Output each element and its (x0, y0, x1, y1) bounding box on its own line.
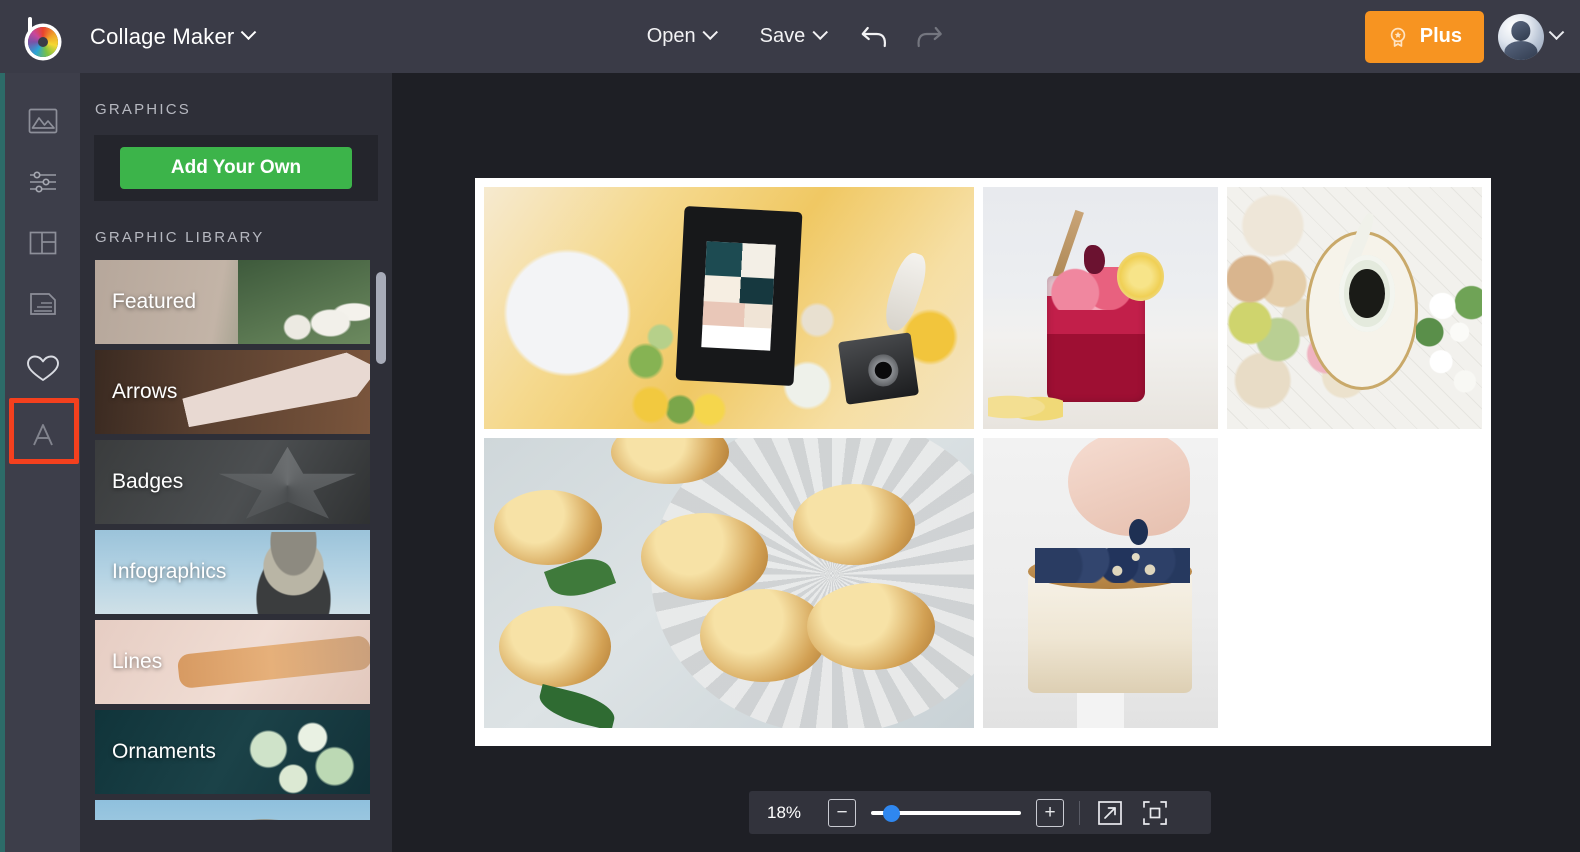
app-title-dropdown[interactable]: Collage Maker (90, 24, 254, 50)
sidebar-item-graphics[interactable] (5, 339, 80, 399)
list-item[interactable]: Featured (95, 260, 370, 344)
zoom-in-button[interactable]: + (1036, 799, 1064, 827)
redo-button[interactable] (901, 14, 955, 60)
panel-section-title: GRAPHICS (80, 73, 392, 118)
chevron-down-icon (1549, 24, 1565, 40)
leaf-object (536, 684, 619, 728)
list-item[interactable]: Ribbons (95, 800, 370, 820)
berry-object (1084, 245, 1105, 274)
coffee-cup-object (1339, 255, 1395, 332)
save-menu-button[interactable]: Save (738, 25, 848, 48)
list-item-label: Infographics (95, 560, 226, 584)
zoom-level-label: 18% (767, 803, 813, 823)
account-menu[interactable] (1498, 14, 1562, 60)
sidebar-item-image-manager[interactable] (5, 91, 80, 151)
sidebar-item-text[interactable] (5, 405, 80, 465)
lemon-slices-object (988, 390, 1063, 424)
collage-cell-3[interactable] (1227, 187, 1482, 429)
add-your-own-container: Add Your Own (94, 135, 378, 201)
collage-maker-app: Collage Maker Open Save (0, 0, 1580, 852)
fit-to-screen-icon (1142, 800, 1168, 826)
collage-cell-4[interactable] (484, 438, 974, 728)
top-bar: Collage Maker Open Save (0, 0, 1580, 73)
sidebar-item-edit-adjust[interactable] (5, 152, 80, 212)
award-badge-icon (1387, 26, 1409, 48)
flowers-object (1416, 260, 1482, 424)
chevron-down-icon (241, 24, 257, 40)
list-item-label: Arrows (95, 380, 177, 404)
cake-stand-object (1077, 687, 1124, 728)
list-item-label: Lines (95, 650, 162, 674)
zoom-slider[interactable] (871, 802, 1021, 824)
panel-scrollbar[interactable] (376, 260, 386, 820)
redo-arrow-icon (913, 24, 943, 50)
list-item[interactable]: Ornaments (95, 710, 370, 794)
undo-button[interactable] (847, 14, 901, 60)
canvas-workspace[interactable]: 18% − + (392, 73, 1580, 852)
sidebar-item-textures[interactable] (5, 274, 80, 334)
open-label: Open (647, 25, 696, 48)
list-item[interactable]: Lines (95, 620, 370, 704)
save-label: Save (760, 25, 806, 48)
juicer-object (879, 250, 932, 335)
top-bar-right: Plus (1365, 11, 1562, 63)
texture-page-icon (26, 287, 60, 321)
collage-cell-1[interactable] (484, 187, 974, 429)
undo-arrow-icon (859, 24, 889, 50)
hand-object (1068, 438, 1190, 537)
graphics-panel: GRAPHICS Add Your Own GRAPHIC LIBRARY Fe… (80, 73, 392, 852)
avatar (1498, 14, 1544, 60)
expand-button[interactable] (1095, 798, 1125, 828)
layout-grid-icon (26, 226, 60, 260)
collage-cell-5[interactable] (983, 438, 1218, 728)
list-item-label: Featured (95, 290, 196, 314)
sliders-icon (26, 165, 60, 199)
zoom-out-button[interactable]: − (828, 799, 856, 827)
plus-upgrade-button[interactable]: Plus (1365, 11, 1484, 63)
list-item-label: Ornaments (95, 740, 216, 764)
list-item[interactable]: Badges (95, 440, 370, 524)
camera-object (838, 332, 920, 404)
list-item-label: Badges (95, 470, 183, 494)
fit-to-screen-button[interactable] (1140, 798, 1170, 828)
expand-arrow-icon (1097, 800, 1123, 826)
tool-rail (5, 73, 80, 852)
open-menu-button[interactable]: Open (625, 25, 738, 48)
plus-label: Plus (1420, 25, 1462, 48)
zoom-toolbar: 18% − + (749, 791, 1211, 834)
list-item[interactable]: Infographics (95, 530, 370, 614)
app-title-label: Collage Maker (90, 24, 234, 50)
chevron-down-icon (812, 24, 828, 40)
befunky-logo-icon[interactable] (20, 14, 66, 60)
toolbar-divider (1079, 801, 1080, 825)
tablet-object (676, 206, 803, 386)
collage-canvas[interactable] (475, 178, 1491, 746)
scrollbar-thumb[interactable] (376, 272, 386, 364)
graphic-library-list[interactable]: Featured Arrows Badges Infographics Line… (80, 260, 392, 820)
collage-cell-2[interactable] (983, 187, 1218, 429)
add-your-own-button[interactable]: Add Your Own (120, 147, 352, 189)
sidebar-item-collage-layouts[interactable] (5, 213, 80, 273)
chevron-down-icon (702, 24, 718, 40)
graphic-library-title: GRAPHIC LIBRARY (80, 201, 392, 246)
slider-knob[interactable] (883, 805, 900, 822)
library-thumbnail (95, 800, 370, 820)
center-toolbar: Open Save (625, 14, 956, 60)
held-blueberry-object (1129, 519, 1148, 545)
list-item[interactable]: Arrows (95, 350, 370, 434)
heart-icon (25, 353, 61, 385)
letter-a-icon (26, 418, 60, 452)
lemon-garnish-object (1117, 252, 1164, 300)
photo-mountain-icon (26, 104, 60, 138)
sprig-object (1096, 539, 1167, 591)
